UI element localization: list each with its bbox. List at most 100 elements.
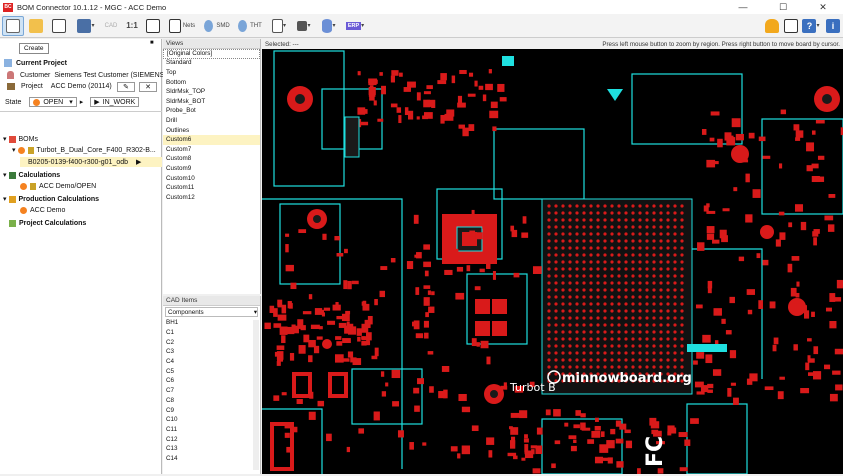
tht-button[interactable]: THT bbox=[235, 16, 265, 36]
view-item[interactable]: Custom8 bbox=[163, 155, 260, 165]
tree-production[interactable]: ▾ Production Calculations bbox=[3, 195, 99, 203]
minimize-button[interactable]: — bbox=[723, 0, 763, 14]
smd-button[interactable]: SMD bbox=[202, 16, 232, 36]
cad-item[interactable]: C10 bbox=[163, 415, 260, 425]
next-state-button[interactable]: ▶ IN_WORK bbox=[90, 97, 140, 107]
smd-label: SMD bbox=[216, 22, 230, 29]
nets-label: Nets bbox=[182, 22, 196, 29]
info-button[interactable]: i bbox=[824, 16, 842, 36]
cad-type-value: Components bbox=[168, 308, 204, 316]
view-item[interactable]: Standard bbox=[163, 59, 260, 69]
cad-item[interactable]: C12 bbox=[163, 434, 260, 444]
nets-icon bbox=[168, 18, 181, 33]
cad-item[interactable]: C14 bbox=[163, 454, 260, 464]
tree-project-calcs-label: Project Calculations bbox=[19, 220, 87, 227]
bulb-icon bbox=[204, 19, 214, 32]
cad-scrollbar[interactable] bbox=[253, 320, 259, 470]
project-panel: ■ Current Project Customer Siemens Test … bbox=[0, 39, 171, 474]
view-item[interactable]: [Original Colors] bbox=[163, 49, 260, 59]
view-item[interactable]: Custom12 bbox=[163, 193, 260, 203]
view-item[interactable]: SldrMsk_TOP bbox=[163, 87, 260, 97]
state-select[interactable]: OPEN ▾ bbox=[29, 97, 77, 107]
status-dot-icon bbox=[20, 183, 27, 190]
current-project-section: Current Project bbox=[4, 59, 67, 67]
lock-icon bbox=[30, 183, 36, 190]
erp-button[interactable]: ERP ▾ bbox=[343, 16, 367, 36]
view-item[interactable]: Bottom bbox=[163, 78, 260, 88]
tree-prod-item[interactable]: ACC Demo bbox=[20, 207, 65, 214]
maximize-button[interactable]: ☐ bbox=[763, 0, 803, 14]
notification-button[interactable] bbox=[763, 16, 781, 36]
cad-item[interactable]: C2 bbox=[163, 337, 260, 347]
state-label: State bbox=[5, 98, 22, 106]
cad-item[interactable]: C5 bbox=[163, 366, 260, 376]
edit-project-button[interactable]: ✎ bbox=[117, 82, 135, 92]
cad-item[interactable]: C9 bbox=[163, 405, 260, 415]
view-item[interactable]: Custom10 bbox=[163, 174, 260, 184]
project-row: Project ACC Demo (20114) bbox=[7, 83, 112, 90]
view-item[interactable]: Custom11 bbox=[163, 183, 260, 193]
views-header: Views bbox=[163, 39, 260, 49]
cad-item[interactable]: C13 bbox=[163, 444, 260, 454]
tree-bom-item[interactable]: ▾ Turbot_B_Dual_Core_F400_R302-B... bbox=[12, 146, 156, 154]
tree-calculations[interactable]: ▾ Calculations bbox=[3, 171, 60, 179]
tools-button[interactable]: ▾ bbox=[293, 16, 315, 36]
ratio-button[interactable]: 1:1 bbox=[123, 16, 141, 36]
tree-calculations-label: Calculations bbox=[18, 171, 61, 179]
title-bar: BC BOM Connector 10.1.12 - MGC - ACC Dem… bbox=[0, 0, 843, 14]
view-item[interactable]: SldrMsk_BOT bbox=[163, 97, 260, 107]
download-button[interactable] bbox=[782, 16, 800, 36]
chart-icon bbox=[9, 220, 16, 227]
save-button[interactable]: ▾ bbox=[73, 16, 99, 36]
database-button[interactable]: ▾ bbox=[318, 16, 340, 36]
close-icon: ✕ bbox=[145, 84, 151, 91]
customer-value: Siemens Test Customer (SIEMENS1) bbox=[54, 71, 171, 79]
tree-calc-item-label: ACC Demo/OPEN bbox=[39, 183, 97, 190]
tree-bom-item-label: Turbot_B_Dual_Core_F400_R302-B... bbox=[36, 146, 156, 154]
status-dot-icon bbox=[17, 146, 25, 154]
tree-project-calcs[interactable]: Project Calculations bbox=[9, 220, 86, 227]
cad-type-select[interactable]: Components ▾ bbox=[165, 307, 258, 317]
tht-label: THT bbox=[250, 22, 262, 29]
open-button[interactable] bbox=[27, 16, 45, 36]
view-item[interactable]: Custom6 bbox=[163, 135, 260, 145]
fit-button[interactable] bbox=[144, 16, 162, 36]
clipboard-button[interactable]: ▾ bbox=[268, 16, 290, 36]
chevron-down-icon: ▾ bbox=[253, 308, 257, 316]
pcb-board-view[interactable]: minnowboard.org Turbot B FC bbox=[262, 49, 843, 476]
pcb-canvas[interactable]: minnowboard.org Turbot B FC bbox=[262, 49, 843, 476]
customer-label: Customer bbox=[20, 71, 51, 79]
tree-boms[interactable]: ▾ BOMs bbox=[3, 135, 38, 143]
cad-item[interactable]: C1 bbox=[163, 328, 260, 338]
view-item[interactable]: Drill bbox=[163, 116, 260, 126]
cad-item[interactable]: C4 bbox=[163, 357, 260, 367]
cad-item[interactable]: C8 bbox=[163, 396, 260, 406]
view-item[interactable]: Custom9 bbox=[163, 164, 260, 174]
state-dot-icon bbox=[33, 98, 41, 106]
cad-item[interactable]: C11 bbox=[163, 425, 260, 435]
cad-items-panel: CAD Items Components ▾ BH1 C1 C2 C3 C4 C5 C6 C7… bbox=[163, 296, 261, 474]
tree-bom-sub[interactable]: B0205-0139-f400-r300-g01_odb ▶ bbox=[20, 157, 162, 167]
nets-button[interactable]: Nets bbox=[165, 16, 199, 36]
tree-calc-item[interactable]: ACC Demo/OPEN bbox=[20, 183, 96, 190]
create-button[interactable] bbox=[2, 15, 24, 36]
close-button[interactable]: ✕ bbox=[803, 0, 843, 14]
pin-icon[interactable]: ■ bbox=[150, 40, 154, 46]
view-item[interactable]: Probe_Bot bbox=[163, 107, 260, 117]
view-item[interactable]: Top bbox=[163, 68, 260, 78]
view-item[interactable]: Custom7 bbox=[163, 145, 260, 155]
help-button[interactable]: ? ▾ bbox=[801, 16, 821, 36]
cad-item[interactable]: BH1 bbox=[163, 318, 260, 328]
cad-item[interactable]: C7 bbox=[163, 386, 260, 396]
fit-icon bbox=[146, 18, 160, 33]
download-icon bbox=[784, 18, 798, 33]
cad-item[interactable]: C3 bbox=[163, 347, 260, 357]
project-label: Project bbox=[21, 83, 43, 90]
chevron-down-icon: ▾ bbox=[69, 99, 73, 106]
view-item[interactable]: Outlines bbox=[163, 126, 260, 136]
cad-button[interactable]: CAD bbox=[102, 16, 120, 36]
remove-project-button[interactable]: ✕ bbox=[139, 82, 157, 92]
import-button[interactable] bbox=[48, 16, 70, 36]
cad-item[interactable]: C6 bbox=[163, 376, 260, 386]
wrench-icon bbox=[297, 20, 308, 31]
